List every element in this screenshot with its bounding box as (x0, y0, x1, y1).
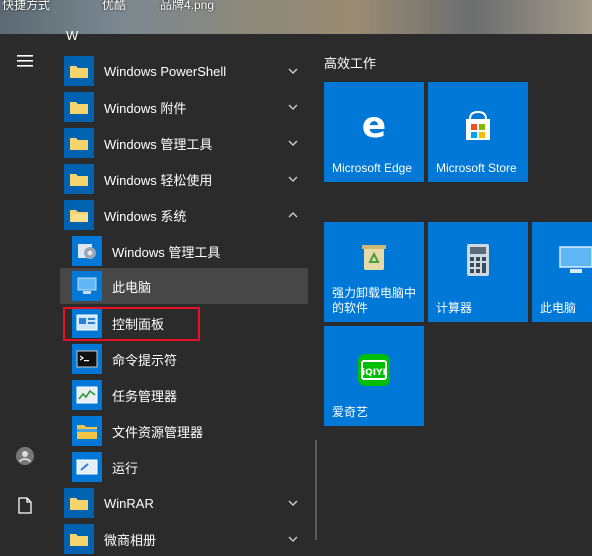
desktop-background: 快捷方式 优酷 品牌4.png (0, 0, 592, 34)
folder-icon (64, 92, 94, 122)
app-item-command-prompt[interactable]: 命令提示符 (60, 342, 308, 376)
iqiyi-icon: iQIYI (358, 354, 390, 386)
documents-button[interactable] (10, 490, 40, 520)
folder-icon (64, 524, 94, 554)
start-menu: W Windows PowerShell Windows 附件 Windows … (0, 28, 592, 554)
app-item-admin-tools[interactable]: Windows 管理工具 (60, 234, 308, 268)
app-item-label: 运行 (112, 460, 139, 476)
app-folder-label: WinRAR (104, 495, 154, 511)
tile-label: 此电脑 (540, 301, 577, 315)
edge-icon: e (362, 109, 386, 143)
chevron-down-icon (288, 68, 298, 74)
app-folder-label: Windows 管理工具 (104, 136, 213, 152)
tile-microsoft-edge[interactable]: e Microsoft Edge (324, 82, 424, 182)
tile-iqiyi[interactable]: iQIYI 爱奇艺 (324, 326, 424, 426)
folder-icon (64, 164, 94, 194)
user-account-button[interactable] (10, 441, 40, 471)
chevron-down-icon (288, 104, 298, 110)
app-folder-label: Windows 轻松使用 (104, 172, 213, 188)
app-folder-label: 微商相册 (104, 532, 157, 548)
chevron-down-icon (288, 140, 298, 146)
svg-text:e: e (362, 109, 386, 143)
chevron-up-icon (288, 212, 298, 218)
app-item-label: 命令提示符 (112, 352, 178, 368)
calculator-icon (467, 244, 489, 276)
tile-calculator[interactable]: 计算器 (428, 222, 528, 322)
app-item-task-manager[interactable]: 任务管理器 (60, 378, 308, 412)
app-item-this-pc[interactable]: 此电脑 (60, 268, 308, 304)
this-pc-icon (72, 271, 102, 301)
start-rail (0, 34, 50, 540)
tile-label: 强力卸载电脑中 的软件 (332, 286, 417, 315)
document-icon (18, 496, 32, 514)
tile-this-pc[interactable]: 此电脑 (532, 222, 592, 322)
admin-tools-icon (72, 236, 102, 266)
letter-header[interactable]: W (66, 28, 78, 43)
app-list: W Windows PowerShell Windows 附件 Windows … (50, 28, 312, 554)
run-icon (72, 452, 102, 482)
desktop-icon-label[interactable]: 优酷 (102, 0, 126, 13)
app-item-label: 文件资源管理器 (112, 424, 204, 440)
highlight-box (63, 307, 200, 341)
app-item-label: 此电脑 (112, 279, 152, 295)
app-item-file-explorer[interactable]: 文件资源管理器 (60, 414, 308, 448)
cmd-icon (72, 344, 102, 374)
tile-label: Microsoft Store (436, 161, 517, 175)
app-item-run[interactable]: 运行 (60, 450, 308, 484)
app-folder-weishang[interactable]: 微商相册 (60, 522, 308, 556)
tile-group-title[interactable]: 高效工作 (324, 53, 376, 72)
task-manager-icon (72, 380, 102, 410)
tile-label: 计算器 (436, 301, 473, 315)
user-avatar-icon (16, 447, 34, 465)
tile-label: 爱奇艺 (332, 405, 369, 419)
store-icon (466, 110, 490, 140)
app-folder-powershell[interactable]: Windows PowerShell (60, 54, 308, 88)
tile-microsoft-store[interactable]: Microsoft Store (428, 82, 528, 182)
folder-icon (64, 56, 94, 86)
app-folder-admin-tools[interactable]: Windows 管理工具 (60, 126, 308, 160)
app-folder-label: Windows 附件 (104, 100, 187, 116)
chevron-down-icon (288, 500, 298, 506)
app-folder-ease-of-access[interactable]: Windows 轻松使用 (60, 162, 308, 196)
this-pc-icon (559, 246, 592, 273)
app-folder-winrar[interactable]: WinRAR (60, 486, 308, 520)
folder-icon (64, 488, 94, 518)
hamburger-icon (17, 55, 33, 67)
folder-icon (64, 128, 94, 158)
app-folder-windows-system[interactable]: Windows 系统 (60, 198, 308, 232)
app-item-label: 任务管理器 (112, 388, 178, 404)
folder-open-icon (64, 200, 94, 230)
chevron-down-icon (288, 176, 298, 182)
app-folder-label: Windows 系统 (104, 208, 187, 224)
recycle-bin-icon (362, 245, 386, 270)
svg-text:iQIYI: iQIYI (362, 368, 386, 378)
app-item-label: Windows 管理工具 (112, 244, 221, 260)
file-explorer-icon (72, 416, 102, 446)
expand-menu-button[interactable] (10, 46, 40, 76)
app-folder-accessories[interactable]: Windows 附件 (60, 90, 308, 124)
app-folder-label: Windows PowerShell (104, 63, 227, 79)
tile-uninstall-software[interactable]: 强力卸载电脑中 的软件 (324, 222, 424, 322)
app-list-scrollbar[interactable] (315, 440, 317, 540)
tile-label: Microsoft Edge (332, 161, 413, 175)
desktop-icon-label[interactable]: 品牌4.png (160, 0, 214, 13)
desktop-icon-label[interactable]: 快捷方式 (2, 0, 50, 13)
chevron-down-icon (288, 536, 298, 542)
